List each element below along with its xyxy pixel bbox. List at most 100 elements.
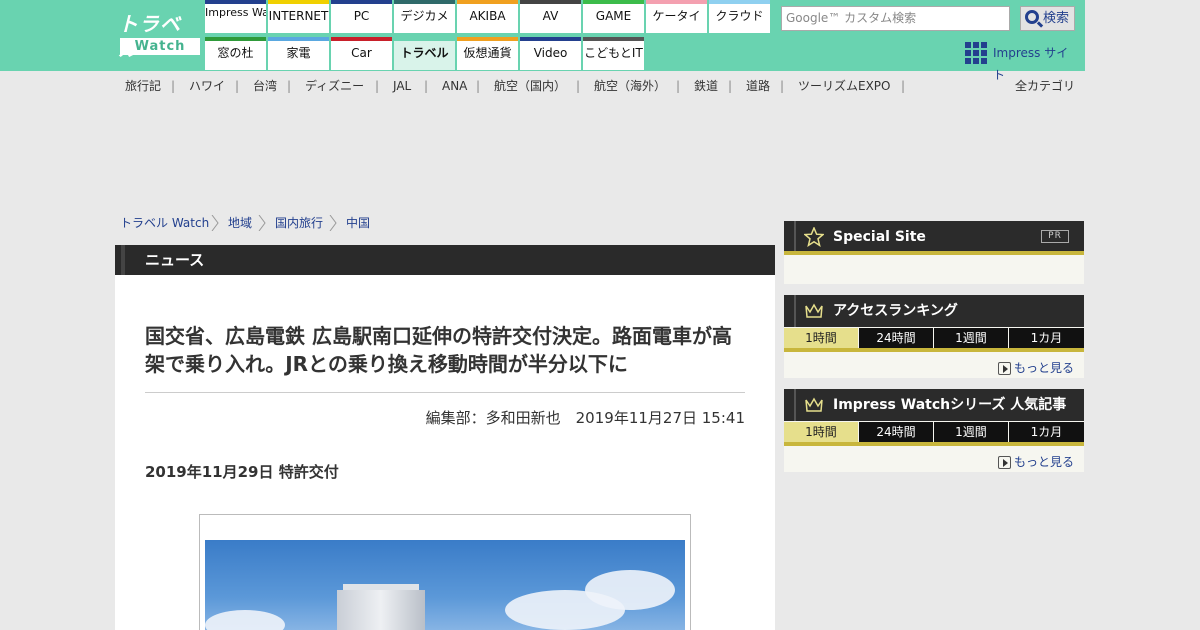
category-separator: | (476, 79, 481, 93)
category-link[interactable]: 台湾 (253, 76, 277, 96)
category-link[interactable]: 航空（国内） (494, 76, 566, 96)
travel-watch-logo[interactable]: トラベル Watch (118, 12, 200, 61)
nav-bar (394, 0, 455, 4)
tab-1hour[interactable]: 1時間 (784, 422, 858, 442)
nav-pc[interactable]: PC (331, 0, 392, 33)
nav-label: Video (533, 46, 568, 60)
nav-internet[interactable]: INTERNET (268, 0, 329, 33)
nav-label: GAME (595, 9, 632, 23)
category-link[interactable]: ANA (442, 76, 467, 96)
gold-divider (784, 348, 1084, 352)
category-link[interactable]: 鉄道 (694, 76, 718, 96)
nav-bar (646, 0, 707, 4)
cloud (205, 610, 285, 630)
article-byline: 編集部：多和田新也 2019年11月27日 15:41 (425, 409, 745, 427)
nav-kodomo-it[interactable]: こどもとIT (583, 37, 644, 70)
nav-bar (394, 37, 455, 41)
access-ranking-title: アクセスランキング (833, 303, 958, 319)
nav-bar (583, 37, 644, 41)
nav-bar (520, 37, 581, 41)
cloud (585, 570, 675, 610)
article-photo-frame[interactable] (199, 514, 691, 630)
headline-divider (145, 392, 745, 393)
gold-divider (784, 442, 1084, 446)
nav-keitai[interactable]: ケータイ (646, 0, 707, 33)
tab-24hours[interactable]: 24時間 (859, 328, 933, 348)
gold-divider (784, 251, 1084, 255)
article-date-heading: 2019年11月29日 特許交付 (145, 463, 339, 481)
tab-1week[interactable]: 1週間 (934, 328, 1008, 348)
nav-label: Impress Watch (205, 6, 266, 19)
search-button-label: 検索 (1043, 11, 1070, 26)
access-ranking-heading: アクセスランキング (784, 295, 1084, 327)
logo-bottom-text: Watch (120, 38, 200, 55)
article-headline: 国交省、広島電鉄 広島駅南口延伸の特許交付決定。路面電車が高架で乗り入れ。JRと… (145, 324, 732, 376)
category-separator: | (424, 79, 429, 93)
breadcrumb-item[interactable]: 地域 (228, 213, 252, 233)
nav-bar (583, 0, 644, 4)
all-categories-link[interactable]: 全カテゴリ (1015, 76, 1075, 96)
category-link[interactable]: ディズニー (305, 76, 364, 96)
logo-top-text: トラベル (118, 12, 181, 61)
category-link[interactable]: ハワイ (189, 76, 225, 96)
nav-label: PC (353, 9, 370, 23)
nav-bar (268, 0, 329, 4)
nav-cloud[interactable]: クラウド (709, 0, 770, 33)
special-site-heading: Special Site PR (784, 221, 1084, 253)
nav-kaden[interactable]: 家電 (268, 37, 329, 70)
more-label: もっと見る (1013, 455, 1074, 469)
nav-game[interactable]: GAME (583, 0, 644, 33)
category-link[interactable]: 道路 (746, 76, 770, 96)
nav-label: ケータイ (652, 9, 701, 23)
ranking-more-link[interactable]: もっと見る (997, 360, 1074, 376)
tab-1month[interactable]: 1カ月 (1009, 422, 1084, 442)
nav-bar (520, 0, 581, 4)
category-separator: | (901, 79, 906, 93)
nav-bar (457, 0, 518, 4)
play-icon (997, 362, 1011, 375)
nav-impress-watch[interactable]: Impress Watch (205, 0, 266, 33)
breadcrumb-item[interactable]: 中国 (346, 213, 370, 233)
category-separator: | (375, 79, 380, 93)
nav-label: 仮想通貨 (463, 46, 512, 60)
category-separator: | (287, 79, 292, 93)
nav-dejikame[interactable]: デジカメ (394, 0, 455, 33)
nav-label: クラウド (715, 9, 764, 23)
impress-ranking-more-link[interactable]: もっと見る (997, 454, 1074, 470)
nav-av[interactable]: AV (520, 0, 581, 33)
nav-bar (709, 0, 770, 4)
category-link[interactable]: JAL (393, 76, 411, 96)
grid-icon (965, 42, 987, 64)
tab-1week[interactable]: 1週間 (934, 422, 1008, 442)
search-button[interactable]: 検索 (1020, 6, 1075, 31)
play-icon (997, 456, 1011, 469)
tab-1hour[interactable]: 1時間 (784, 328, 858, 348)
nav-kasotsuka[interactable]: 仮想通貨 (457, 37, 518, 70)
tab-24hours[interactable]: 24時間 (859, 422, 933, 442)
nav-akiba[interactable]: AKIBA (457, 0, 518, 33)
nav-car[interactable]: Car (331, 37, 392, 70)
impress-ranking-title: Impress Watchシリーズ 人気記事 (833, 397, 1067, 413)
category-link[interactable]: ツーリズムEXPO (798, 76, 891, 96)
impress-site-link[interactable]: Impress サイト (965, 42, 1080, 82)
category-link[interactable]: 旅行記 (125, 76, 161, 96)
building (337, 590, 425, 630)
breadcrumb-item[interactable]: トラベル Watch (120, 213, 209, 233)
pr-badge: PR (1041, 230, 1069, 243)
header-right-area (1085, 0, 1200, 71)
chevron-right-icon (329, 215, 337, 231)
category-link[interactable]: 航空（海外） (594, 76, 666, 96)
category-separator: | (235, 79, 240, 93)
more-label: もっと見る (1013, 361, 1074, 375)
breadcrumb-item[interactable]: 国内旅行 (275, 213, 323, 233)
category-separator: | (576, 79, 581, 93)
nav-video[interactable]: Video (520, 37, 581, 70)
article-photo (205, 540, 685, 630)
impress-ranking-tabs: 1時間 24時間 1週間 1カ月 (784, 422, 1084, 442)
tab-1month[interactable]: 1カ月 (1009, 328, 1084, 348)
impress-ranking-box: Impress Watchシリーズ 人気記事 1時間 24時間 1週間 1カ月 … (784, 389, 1084, 472)
nav-travel[interactable]: トラベル (394, 37, 455, 70)
nav-madonomori[interactable]: 窓の杜 (205, 37, 266, 70)
nav-label: AKIBA (469, 9, 506, 23)
search-input[interactable]: Google™ カスタム検索 (781, 6, 1010, 31)
